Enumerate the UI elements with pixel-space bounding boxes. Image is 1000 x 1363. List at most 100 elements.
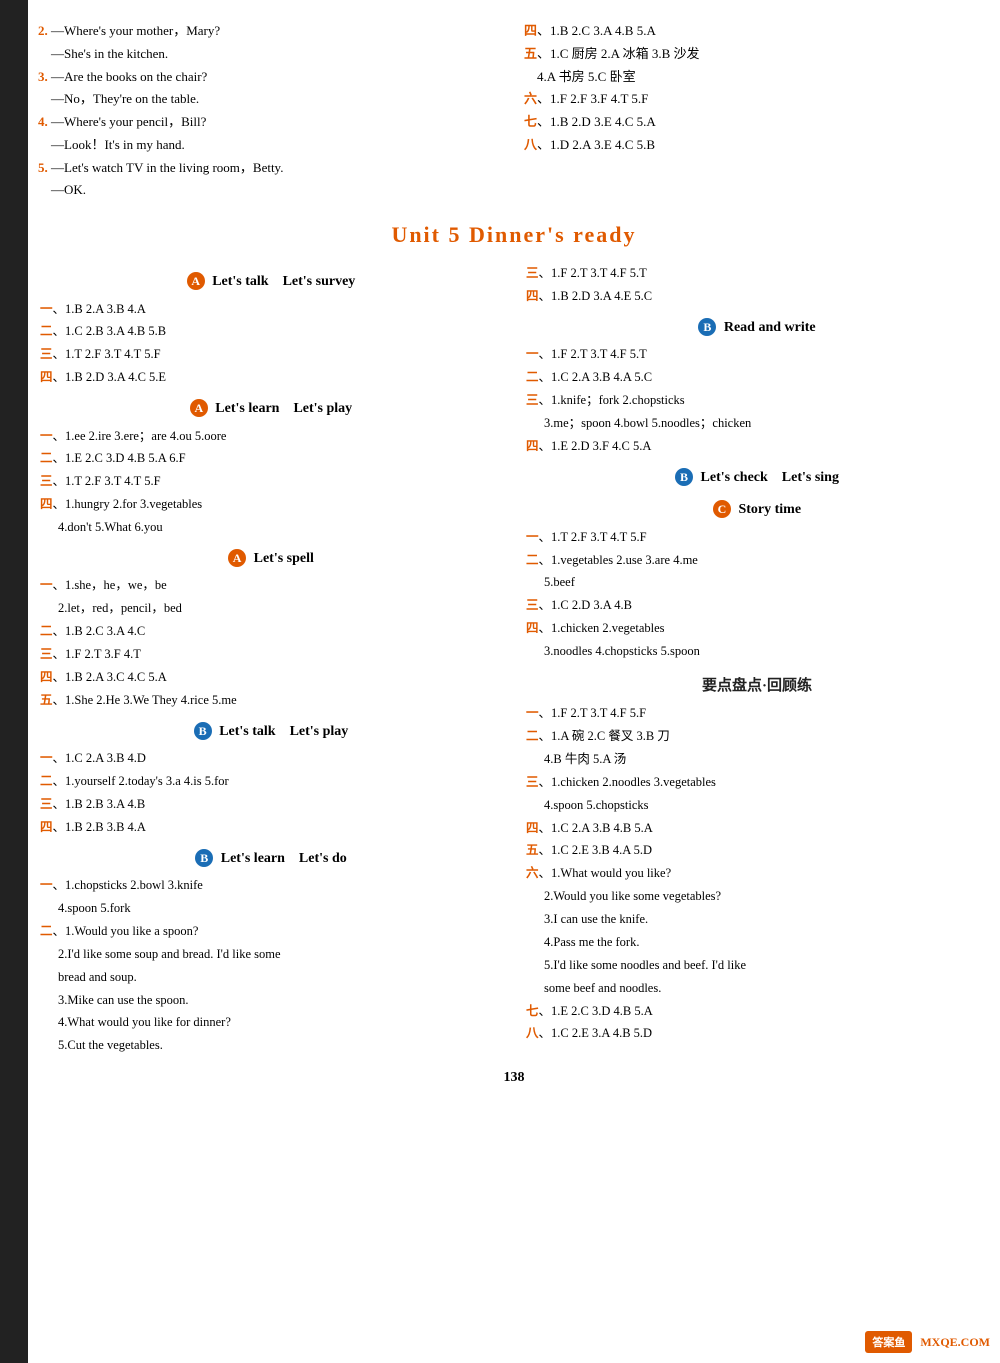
ans-bltp-2: 二、1.yourself 2.today's 3.a 4.is 5.for [38,771,504,793]
ans-blld-2d: 3.Mike can use the spoon. [56,990,504,1012]
binding-bar [0,0,28,1363]
top-right-answers: 四、1.B 2.C 3.A 4.B 5.A 五、1.C 厨房 2.A 冰箱 3.… [524,20,990,202]
icon-a-2: A [190,399,208,417]
ans-si-5: 五、1.C 厨房 2.A 冰箱 3.B 沙发 [524,43,990,66]
ans-rev-3: 三、1.chicken 2.noodles 3.vegetables [524,772,990,794]
icon-c-1: C [713,500,731,518]
right-column: 三、1.F 2.T 3.T 4.F 5.T 四、1.B 2.D 3.A 4.E … [524,262,990,1058]
section-lets-check-sing: B Let's check Let's sing [524,466,990,491]
ans-rw-3b: 3.me；spoon 4.bowl 5.noodles；chicken [542,413,990,435]
item-3-q: 3. —Are the books on the chair? [38,66,504,89]
page: 2. —Where's your mother，Mary? —She's in … [0,0,1000,1363]
ans-rev-6: 六、1.What would you like? [524,863,990,885]
ans-rev-4: 四、1.C 2.A 3.B 4.B 5.A [524,818,990,840]
ans-si-4: 四、1.B 2.C 3.A 4.B 5.A [524,20,990,43]
ans-rev-6c: 3.I can use the knife. [542,909,990,931]
ans-st-1: 一、1.T 2.F 3.T 4.T 5.F [524,527,990,549]
watermark-logo: 答案鱼 [865,1331,912,1353]
item-2-q: 2. —Where's your mother，Mary? [38,20,504,43]
ans-rw-1: 一、1.F 2.T 3.T 4.F 5.T [524,344,990,366]
ans-lts-4: 四、1.B 2.D 3.A 4.C 5.E [38,367,504,389]
ans-llp-3: 三、1.T 2.F 3.T 4.T 5.F [38,471,504,493]
ans-r-3: 三、1.F 2.T 3.T 4.F 5.T [524,263,990,285]
icon-a-3: A [228,549,246,567]
ans-rw-3: 三、1.knife；fork 2.chopsticks [524,390,990,412]
icon-b-1: B [194,722,212,740]
ans-ls-2: 二、1.B 2.C 3.A 4.C [38,621,504,643]
ans-ls-1: 一、1.she，he，we，be [38,575,504,597]
section-label-1: Let's talk Let's survey [212,274,355,289]
item-3-a: —No，They're on the table. [38,88,504,111]
ans-si-5b: 4.A 书房 5.C 卧室 [524,66,990,89]
ans-blld-1b: 4.spoon 5.fork [56,898,504,920]
section-label-6: Read and write [724,320,816,335]
section-lets-learn-play: A Let's learn Let's play [38,397,504,422]
section-label-4: Let's talk Let's play [219,724,348,739]
section-label-2: Let's learn Let's play [215,401,352,416]
ans-rev-6d: 4.Pass me the fork. [542,932,990,954]
ans-llp-2: 二、1.E 2.C 3.D 4.B 5.A 6.F [38,448,504,470]
ans-blld-1: 一、1.chopsticks 2.bowl 3.knife [38,875,504,897]
content-area: 2. —Where's your mother，Mary? —She's in … [38,20,990,1086]
top-section: 2. —Where's your mother，Mary? —She's in … [38,20,990,202]
section-b-lets-learn-do: B Let's learn Let's do [38,847,504,872]
ans-bltp-1: 一、1.C 2.A 3.B 4.D [38,748,504,770]
ans-llp-4b: 4.don't 5.What 6.you [56,517,504,539]
ans-bltp-3: 三、1.B 2.B 3.A 4.B [38,794,504,816]
ans-blld-2f: 5.Cut the vegetables. [56,1035,504,1057]
ans-lts-3: 三、1.T 2.F 3.T 4.T 5.F [38,344,504,366]
section-label-7: Let's check Let's sing [701,470,839,485]
ans-lts-1: 一、1.B 2.A 3.B 4.A [38,299,504,321]
review-title: 要点盘点·回顾练 [524,673,990,699]
ans-ls-4: 四、1.B 2.A 3.C 4.C 5.A [38,667,504,689]
ans-st-3: 三、1.C 2.D 3.A 4.B [524,595,990,617]
left-column: A Let's talk Let's survey 一、1.B 2.A 3.B … [38,262,504,1058]
ans-rev-7: 七、1.E 2.C 3.D 4.B 5.A [524,1001,990,1023]
item-5-a: —OK. [38,179,504,202]
ans-r-4: 四、1.B 2.D 3.A 4.E 5.C [524,286,990,308]
ans-si-6: 六、1.F 2.F 3.F 4.T 5.F [524,88,990,111]
ans-rev-8: 八、1.C 2.E 3.A 4.B 5.D [524,1023,990,1045]
ans-ls-1b: 2.let，red，pencil，bed [56,598,504,620]
ans-st-2b: 5.beef [542,572,990,594]
ans-blld-2b: 2.I'd like some soup and bread. I'd like… [56,944,504,966]
section-label-5: Let's learn Let's do [221,851,347,866]
ans-st-2: 二、1.vegetables 2.use 3.are 4.me [524,550,990,572]
icon-b-2: B [195,849,213,867]
ans-rev-3b: 4.spoon 5.chopsticks [542,795,990,817]
icon-a-1: A [187,272,205,290]
ans-blld-2c: bread and soup. [56,967,504,989]
ans-blld-2e: 4.What would you like for dinner? [56,1012,504,1034]
section-story-time: C Story time [524,498,990,523]
section-lets-spell: A Let's spell [38,547,504,572]
ans-st-4: 四、1.chicken 2.vegetables [524,618,990,640]
ans-si-8: 八、1.D 2.A 3.E 4.C 5.B [524,134,990,157]
item-2-a: —She's in the kitchen. [38,43,504,66]
ans-llp-4: 四、1.hungry 2.for 3.vegetables [38,494,504,516]
ans-rev-5: 五、1.C 2.E 3.B 4.A 5.D [524,840,990,862]
top-left-text: 2. —Where's your mother，Mary? —She's in … [38,20,504,202]
unit-title: Unit 5 Dinner's ready [38,222,990,248]
ans-llp-1: 一、1.ee 2.ire 3.ere；are 4.ou 5.oore [38,426,504,448]
ans-si-7: 七、1.B 2.D 3.E 4.C 5.A [524,111,990,134]
page-number: 138 [38,1070,990,1086]
item-4-q: 4. —Where's your pencil，Bill? [38,111,504,134]
ans-st-4b: 3.noodles 4.chopsticks 5.spoon [542,641,990,663]
ans-rev-1: 一、1.F 2.T 3.T 4.F 5.F [524,703,990,725]
ans-bltp-4: 四、1.B 2.B 3.B 4.A [38,817,504,839]
ans-rw-2: 二、1.C 2.A 3.B 4.A 5.C [524,367,990,389]
icon-b-4: B [675,468,693,486]
ans-lts-2: 二、1.C 2.B 3.A 4.B 5.B [38,321,504,343]
watermark-area: 答案鱼 MXQE.COM [865,1331,990,1353]
section-label-3: Let's spell [254,551,314,566]
ans-rev-6e: 5.I'd like some noodles and beef. I'd li… [542,955,990,977]
section-read-write: B Read and write [524,316,990,341]
ans-ls-3: 三、1.F 2.T 3.F 4.T [38,644,504,666]
item-5-q: 5. —Let's watch TV in the living room，Be… [38,157,504,180]
ans-ls-5: 五、1.She 2.He 3.We They 4.rice 5.me [38,690,504,712]
icon-b-3: B [698,318,716,336]
item-4-a: —Look！It's in my hand. [38,134,504,157]
section-label-8: Story time [738,502,801,517]
ans-rev-2: 二、1.A 碗 2.C 餐叉 3.B 刀 [524,726,990,748]
section-lets-talk-survey: A Let's talk Let's survey [38,270,504,295]
